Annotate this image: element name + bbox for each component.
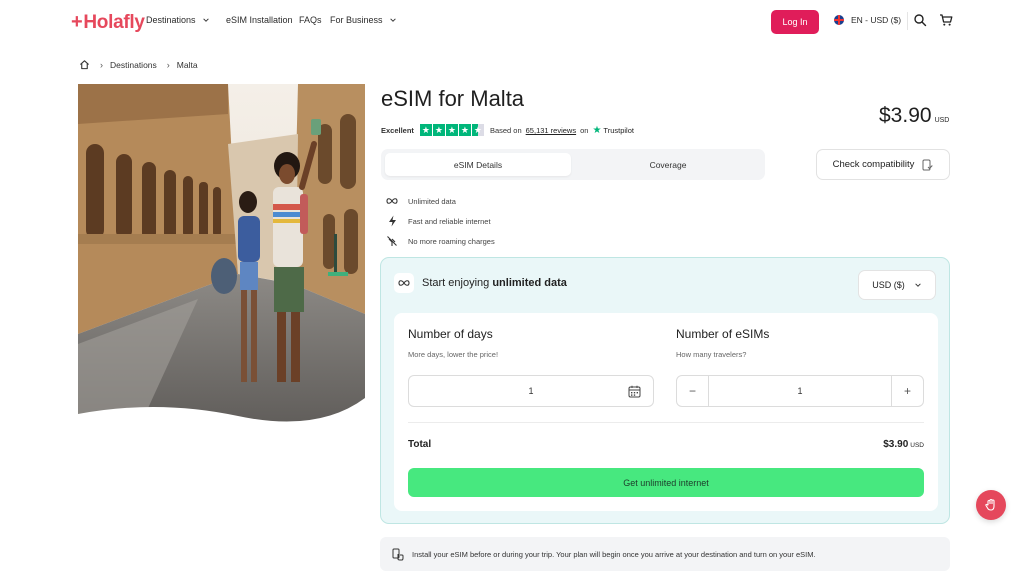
trustpilot-label: Trustpilot [603,125,634,135]
calendar-icon[interactable] [628,385,641,398]
increment-button[interactable]: + [891,376,923,406]
nav-esim-installation[interactable]: eSIM Installation [226,15,293,25]
tab-esim-details[interactable]: eSIM Details [385,153,571,176]
product-price: $3.90 USD [879,104,949,128]
half-star-icon: ★ [471,124,484,136]
hand-wave-icon [985,498,995,511]
price-value: $3.90 [879,104,932,127]
nav-destinations-label: Destinations [146,15,196,25]
lightning-icon [386,215,398,227]
star-icon: ★ [432,124,445,136]
esims-section: Number of eSIMs How many travelers? [676,327,769,359]
chat-button[interactable] [976,490,1006,520]
esims-stepper: − 1 + [676,375,924,407]
product-title: eSIM for Malta [381,86,525,111]
chevron-down-icon [915,283,921,287]
language-selector[interactable]: EN - USD ($) [834,15,901,25]
star-icon: ★ [445,124,458,136]
chevron-down-icon [389,18,396,22]
trustpilot-logo[interactable]: ★ Trustpilot [592,125,634,136]
days-section: Number of days More days, lower the pric… [408,327,498,359]
tab-coverage[interactable]: Coverage [575,153,761,176]
check-compatibility-button[interactable]: Check compatibility [816,149,950,180]
divider [907,12,908,30]
destination-photo [78,84,365,430]
nav-esim-installation-label: eSIM Installation [226,15,293,25]
home-icon[interactable] [79,59,90,70]
nav-destinations[interactable]: Destinations [146,15,210,25]
on-text: on [580,125,589,135]
total-amount: $3.90 [883,439,909,450]
esims-subtitle: How many travelers? [676,350,747,359]
login-button[interactable]: Log In [771,10,819,34]
reviews-link[interactable]: 65,131 reviews [526,126,576,135]
feature-unlimited-data: Unlimited data [386,191,495,211]
site-header: +Holafly Destinations eSIM Installation … [0,0,1024,42]
total-value: $3.90 USD [883,439,924,450]
total-label: Total [408,439,432,450]
rating-label: Excellent [381,125,414,135]
nav-for-business-label: For Business [330,15,383,25]
infinity-icon [386,195,398,207]
days-title: Number of days [408,327,493,341]
nav-faqs[interactable]: FAQs [299,15,322,25]
esims-title: Number of eSIMs [676,327,770,341]
star-icon: ★ [458,124,471,136]
feature-no-roaming: No more roaming charges [386,231,495,251]
search-icon[interactable] [913,13,927,27]
install-info-text: Install your eSIM before or during your … [412,549,816,559]
breadcrumb-separator: › [100,59,103,70]
feature-label: Unlimited data [408,196,456,206]
rating-stars: ★ ★ ★ ★ ★ [419,124,484,136]
nav-for-business[interactable]: For Business [330,15,397,25]
star-icon: ★ [419,124,432,136]
nav-faqs-label: FAQs [299,15,322,25]
breadcrumb-destinations[interactable]: Destinations [110,60,157,70]
plan-heading-bold: unlimited data [492,277,567,289]
language-label: EN - USD ($) [851,15,902,25]
infinity-icon [394,273,414,293]
check-compatibility-label: Check compatibility [832,159,915,170]
breadcrumb: › Destinations › Malta [79,59,198,70]
cart-icon[interactable] [939,13,953,27]
no-roaming-icon [386,235,398,247]
chevron-down-icon [202,18,209,22]
based-on-text: Based on [489,125,522,135]
feature-list: Unlimited data Fast and reliable interne… [386,191,495,251]
currency-select[interactable]: USD ($) [858,270,936,300]
uk-flag-icon [834,15,844,25]
plan-options: Number of days More days, lower the pric… [394,313,938,511]
plan-heading: Start enjoying unlimited data [394,273,567,293]
days-value: 1 [528,386,534,396]
currency-select-value: USD ($) [872,280,905,290]
plan-heading-text: Start enjoying unlimited data [422,277,567,289]
trustpilot-rating: Excellent ★ ★ ★ ★ ★ Based on 65,131 revi… [381,124,634,136]
holafly-logo[interactable]: +Holafly [71,11,145,34]
feature-label: No more roaming charges [408,236,495,246]
plan-card: Start enjoying unlimited data USD ($) Nu… [380,257,950,524]
hand-tap-icon [392,548,404,560]
trustpilot-star-icon: ★ [592,124,602,136]
feature-label: Fast and reliable internet [408,216,491,226]
price-currency: USD [934,117,950,124]
esims-value[interactable]: 1 [797,386,802,396]
total-currency: USD [910,442,924,449]
days-input[interactable]: 1 [408,375,654,407]
product-tabs: eSIM Details Coverage [381,149,765,180]
days-subtitle: More days, lower the price! [408,350,499,359]
decrement-button[interactable]: − [677,376,709,406]
plan-heading-prefix: Start enjoying [422,277,490,289]
phone-check-icon [922,159,934,170]
breadcrumb-malta: Malta [176,59,198,70]
install-info-banner: Install your eSIM before or during your … [380,537,950,571]
divider [408,422,924,423]
get-unlimited-internet-button[interactable]: Get unlimited internet [408,468,924,497]
breadcrumb-separator: › [166,59,170,70]
feature-fast-internet: Fast and reliable internet [386,211,495,231]
